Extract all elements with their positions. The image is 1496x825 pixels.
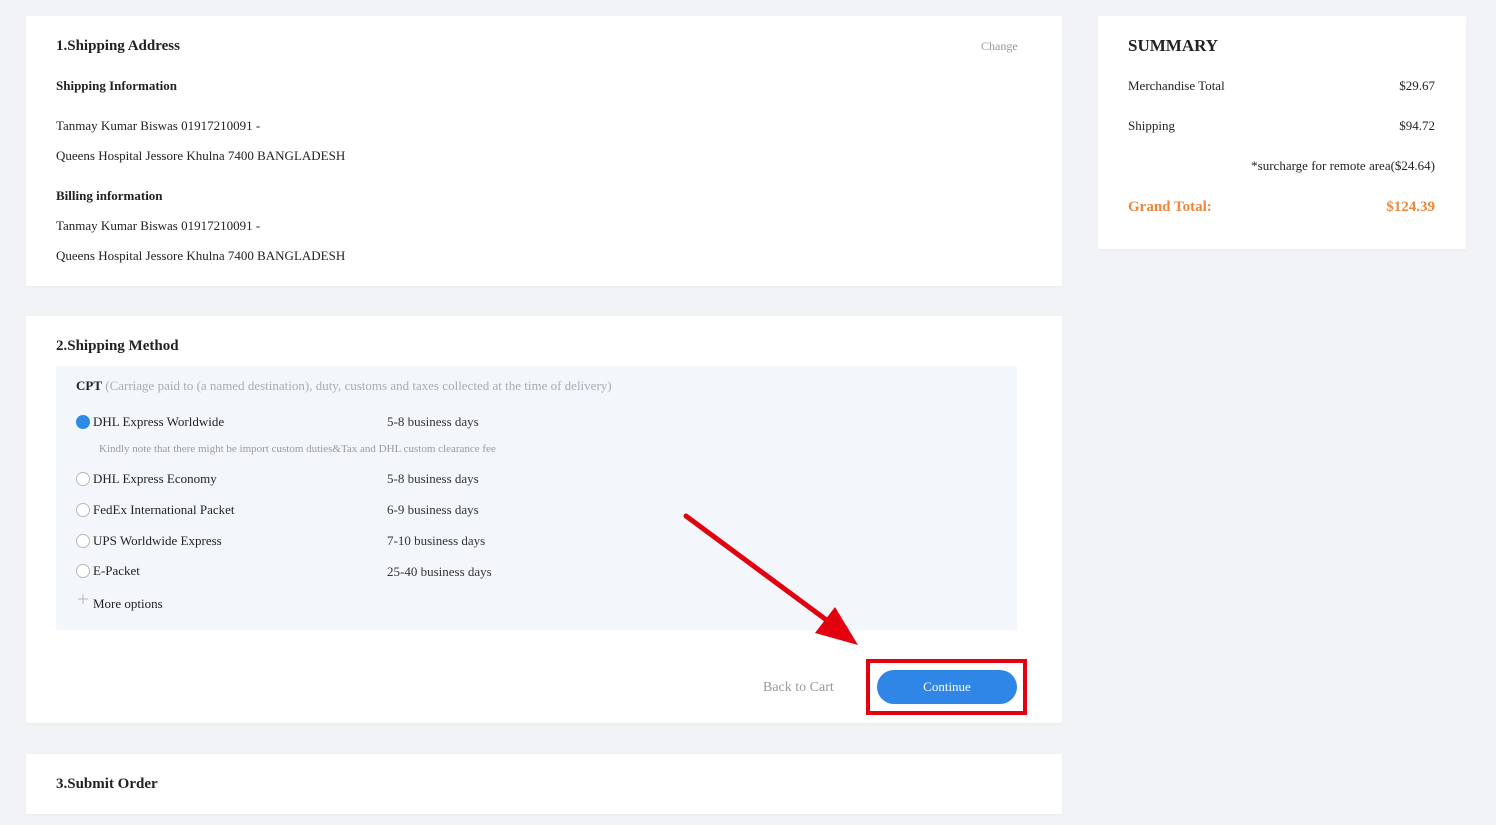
option-name-fedex-international-packet[interactable]: FedEx International Packet bbox=[93, 502, 235, 518]
shipping-options-panel bbox=[56, 366, 1017, 630]
merchandise-total-value: $29.67 bbox=[1399, 78, 1435, 93]
grand-total-label: Grand Total: bbox=[1128, 199, 1212, 215]
merchandise-total-label: Merchandise Total bbox=[1128, 78, 1225, 93]
shipping-label: Shipping bbox=[1128, 118, 1175, 133]
radio-dhl-express-economy[interactable] bbox=[76, 472, 90, 486]
billing-name-phone: Tanmay Kumar Biswas 01917210091 - bbox=[56, 218, 261, 233]
option-time-e-packet: 25-40 business days bbox=[387, 564, 492, 579]
shipping-terms: CPT (Carriage paid to (a named destinati… bbox=[76, 378, 612, 394]
radio-e-packet[interactable] bbox=[76, 564, 90, 578]
shipping-address-line: Queens Hospital Jessore Khulna 7400 BANG… bbox=[56, 148, 346, 163]
summary-title: SUMMARY bbox=[1128, 36, 1219, 55]
annotation-arrow-icon bbox=[683, 513, 858, 645]
option-time-dhl-express-worldwide: 5-8 business days bbox=[387, 414, 479, 429]
shipping-method-title: 2.Shipping Method bbox=[56, 338, 179, 354]
option-time-ups-worldwide-express: 7-10 business days bbox=[387, 533, 486, 548]
back-to-cart-link[interactable]: Back to Cart bbox=[763, 680, 834, 696]
radio-ups-worldwide-express[interactable] bbox=[76, 534, 90, 548]
option-time-dhl-express-economy: 5-8 business days bbox=[387, 471, 479, 486]
change-address-link[interactable]: Change bbox=[981, 39, 1018, 54]
billing-info-heading: Billing information bbox=[56, 188, 163, 203]
plus-icon[interactable] bbox=[77, 592, 89, 604]
option-name-dhl-express-worldwide[interactable]: DHL Express Worldwide bbox=[93, 414, 224, 430]
terms-code: CPT bbox=[76, 378, 102, 393]
radio-dhl-express-worldwide[interactable] bbox=[76, 415, 90, 429]
shipping-address-title: 1.Shipping Address bbox=[56, 38, 180, 54]
option-time-fedex-international-packet: 6-9 business days bbox=[387, 502, 479, 517]
option-name-ups-worldwide-express[interactable]: UPS Worldwide Express bbox=[93, 533, 222, 549]
surcharge-note: *surcharge for remote area($24.64) bbox=[1251, 158, 1435, 173]
option-name-e-packet[interactable]: E-Packet bbox=[93, 563, 140, 579]
annotation-highlight-box bbox=[866, 659, 1027, 715]
shipping-info-heading: Shipping Information bbox=[56, 78, 178, 93]
dhl-note: Kindly note that there might be import c… bbox=[99, 443, 496, 455]
shipping-name-phone: Tanmay Kumar Biswas 01917210091 - bbox=[56, 118, 261, 133]
billing-address-line: Queens Hospital Jessore Khulna 7400 BANG… bbox=[56, 248, 346, 263]
radio-fedex-international-packet[interactable] bbox=[76, 503, 90, 517]
shipping-value: $94.72 bbox=[1399, 118, 1435, 133]
submit-order-card bbox=[26, 754, 1062, 814]
option-name-dhl-express-economy[interactable]: DHL Express Economy bbox=[93, 471, 217, 487]
submit-order-title: 3.Submit Order bbox=[56, 776, 158, 792]
grand-total-value: $124.39 bbox=[1386, 199, 1435, 215]
more-options-link[interactable]: More options bbox=[93, 596, 163, 612]
terms-description: (Carriage paid to (a named destination),… bbox=[105, 378, 612, 393]
